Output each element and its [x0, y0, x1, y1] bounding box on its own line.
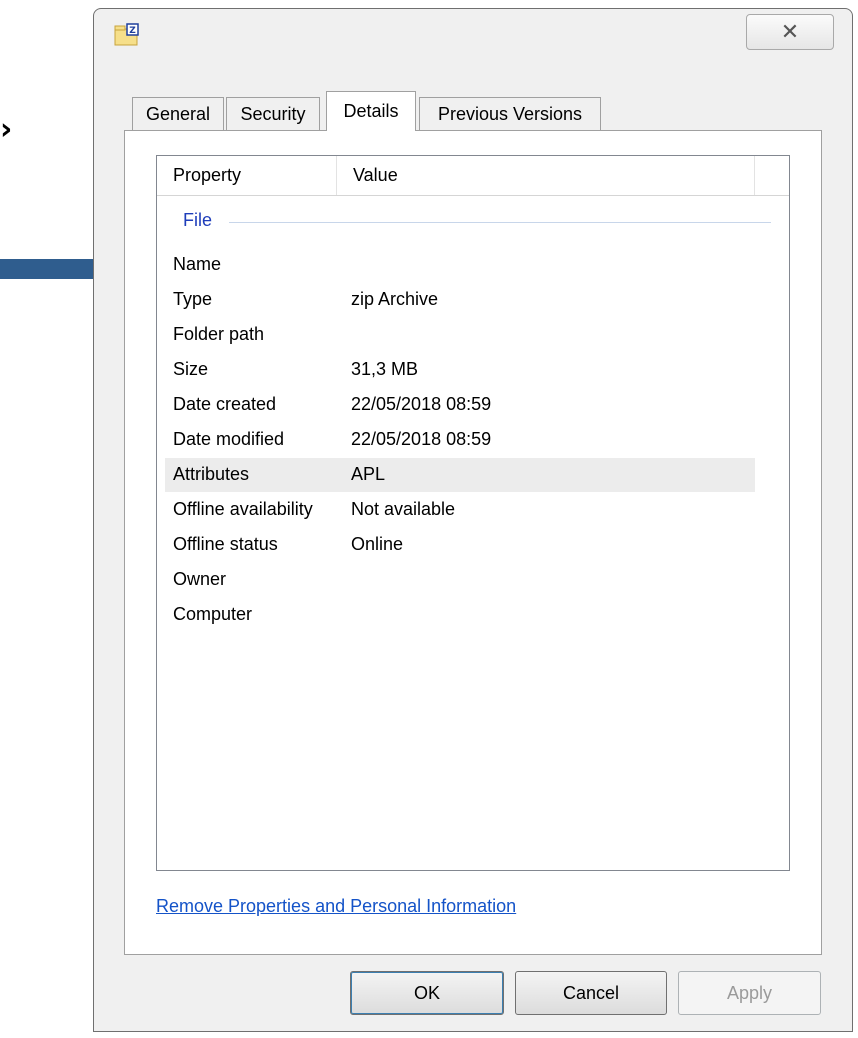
tab-previous-versions[interactable]: Previous Versions	[419, 97, 601, 131]
property-value: zip Archive	[351, 289, 439, 309]
group-label: File	[183, 210, 213, 230]
property-value: 22/05/2018 08:59	[351, 394, 492, 414]
property-name: Type	[173, 289, 213, 309]
property-listview[interactable]: Property Value File Name Type zip Archiv…	[156, 155, 790, 871]
property-name: Size	[173, 359, 209, 379]
property-row-computer[interactable]: Computer	[165, 598, 755, 632]
svg-text:Z: Z	[129, 26, 136, 36]
property-value: 22/05/2018 08:59	[351, 429, 492, 449]
tab-details[interactable]: Details	[326, 91, 416, 131]
property-row-attributes[interactable]: Attributes APL	[165, 458, 755, 492]
property-row-size[interactable]: Size 31,3 MB	[165, 353, 755, 387]
column-header-property[interactable]: Property	[157, 156, 337, 195]
listview-header: Property Value	[157, 156, 789, 196]
property-value: 31,3 MB	[351, 359, 419, 379]
property-row-owner[interactable]: Owner	[165, 563, 755, 597]
apply-button[interactable]: Apply	[678, 971, 821, 1015]
column-header-value[interactable]: Value	[337, 156, 755, 195]
property-value: Not available	[351, 499, 456, 519]
property-row-date-created[interactable]: Date created 22/05/2018 08:59	[165, 388, 755, 422]
property-row-offline-availability[interactable]: Offline availability Not available	[165, 493, 755, 527]
details-tab-panel: Property Value File Name Type zip Archiv…	[124, 130, 822, 955]
property-name: Owner	[173, 569, 227, 589]
property-name: Folder path	[173, 324, 265, 344]
tab-security[interactable]: Security	[226, 97, 320, 131]
close-button[interactable]: ✕	[746, 14, 834, 50]
property-value: Online	[351, 534, 404, 554]
property-row-offline-status[interactable]: Offline status Online	[165, 528, 755, 562]
stray-chevron-glyph: ›	[0, 112, 13, 147]
group-header-file: File	[157, 206, 789, 236]
property-name: Name	[173, 254, 222, 274]
property-name: Date modified	[173, 429, 285, 449]
ok-button[interactable]: OK	[350, 971, 504, 1015]
property-row-type[interactable]: Type zip Archive	[165, 283, 755, 317]
tab-general[interactable]: General	[132, 97, 224, 131]
property-value: APL	[351, 464, 386, 484]
property-name: Offline availability	[173, 499, 313, 519]
zip-file-icon: Z	[114, 23, 139, 46]
property-name: Computer	[173, 604, 253, 624]
property-row-date-modified[interactable]: Date modified 22/05/2018 08:59	[165, 423, 755, 457]
property-row-name[interactable]: Name	[165, 248, 755, 282]
group-divider	[229, 222, 771, 223]
property-row-folder-path[interactable]: Folder path	[165, 318, 755, 352]
property-name: Attributes	[173, 464, 250, 484]
file-properties-dialog: Z ✕ General Security Details Previous Ve…	[93, 8, 853, 1032]
cancel-button[interactable]: Cancel	[515, 971, 667, 1015]
property-name: Offline status	[173, 534, 278, 554]
remove-properties-link[interactable]: Remove Properties and Personal Informati…	[156, 896, 516, 917]
property-name: Date created	[173, 394, 277, 414]
